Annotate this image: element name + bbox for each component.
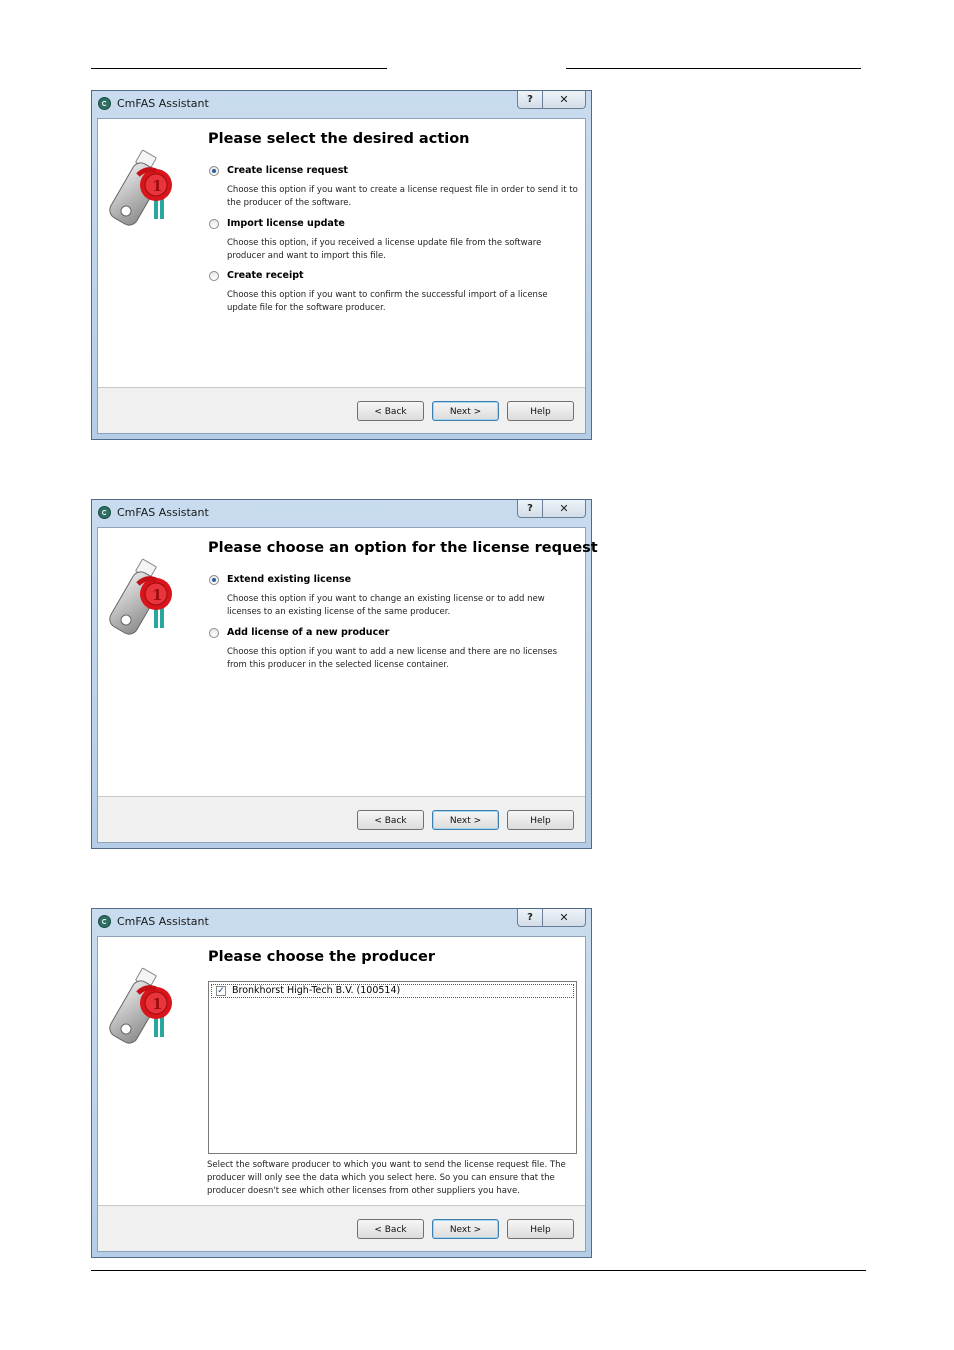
close-button[interactable]: ✕ [543, 500, 586, 518]
option-description: Choose this option if you want to add a … [227, 647, 558, 670]
usb-dongle-seal-icon: 1 [109, 558, 172, 635]
radio-selected[interactable] [209, 575, 219, 585]
radio-unselected[interactable] [209, 628, 219, 638]
dialog-select-action: CmFAS Assistant ? ✕ 1 Please select the … [91, 90, 592, 440]
usb-dongle-seal-icon: 1 [109, 967, 172, 1044]
next-button[interactable]: Next > [432, 810, 499, 830]
radio-unselected[interactable] [209, 219, 219, 229]
cmfas-app-icon [98, 97, 111, 110]
help-button[interactable]: Help [507, 810, 574, 830]
svg-text:1: 1 [152, 995, 162, 1013]
option-label[interactable]: Import license update [227, 218, 345, 229]
window-title: CmFAS Assistant [117, 97, 209, 110]
dialog-license-request-option: CmFAS Assistant ? ✕ 1 Please choose an o… [91, 499, 598, 849]
title-bar[interactable]: CmFAS Assistant ? ✕ [92, 909, 591, 934]
help-question-button[interactable]: ? [517, 909, 543, 927]
button-bar: < Back Next > Help [98, 796, 585, 842]
usb-dongle-seal-icon: 1 [109, 149, 172, 226]
producer-list[interactable]: ✓ Bronkhorst High-Tech B.V. (100514) [208, 981, 577, 1154]
help-button[interactable]: Help [507, 1219, 574, 1239]
header-rule-right [566, 68, 861, 69]
close-button[interactable]: ✕ [543, 91, 586, 109]
title-bar[interactable]: CmFAS Assistant ? ✕ [92, 91, 591, 116]
help-question-button[interactable]: ? [517, 500, 543, 518]
radio-unselected[interactable] [209, 271, 219, 281]
cmfas-app-icon [98, 915, 111, 928]
header-rule-left [91, 68, 387, 69]
option-label[interactable]: Create license request [227, 165, 348, 176]
back-button[interactable]: < Back [357, 810, 424, 830]
window-title: CmFAS Assistant [117, 506, 209, 519]
button-bar: < Back Next > Help [98, 1205, 585, 1251]
back-button[interactable]: < Back [357, 401, 424, 421]
footer-rule [91, 1270, 866, 1271]
back-button[interactable]: < Back [357, 1219, 424, 1239]
window-title: CmFAS Assistant [117, 915, 209, 928]
option-description: Choose this option if you want to confir… [227, 290, 548, 313]
option-label[interactable]: Create receipt [227, 270, 304, 281]
title-bar[interactable]: CmFAS Assistant ? ✕ [92, 500, 591, 525]
option-description: Choose this option, if you received a li… [227, 238, 542, 261]
dialog-choose-producer: CmFAS Assistant ? ✕ 1 Please choose the … [91, 908, 592, 1258]
next-button[interactable]: Next > [432, 1219, 499, 1239]
option-description: Choose this option if you want to change… [227, 594, 545, 617]
help-button[interactable]: Help [507, 401, 574, 421]
svg-text:1: 1 [152, 586, 162, 604]
list-item[interactable]: ✓ Bronkhorst High-Tech B.V. (100514) [211, 984, 574, 998]
producer-note: Select the software producer to which yo… [207, 1160, 566, 1196]
close-button[interactable]: ✕ [543, 909, 586, 927]
button-bar: < Back Next > Help [98, 387, 585, 433]
next-button[interactable]: Next > [432, 401, 499, 421]
option-label[interactable]: Add license of a new producer [227, 627, 389, 638]
checkbox-checked[interactable]: ✓ [216, 986, 226, 996]
option-description: Choose this option if you want to create… [227, 185, 578, 208]
svg-text:1: 1 [152, 177, 162, 195]
page-heading: Please select the desired action [208, 131, 470, 147]
producer-label[interactable]: Bronkhorst High-Tech B.V. (100514) [232, 985, 400, 996]
page-heading: Please choose an option for the license … [208, 540, 598, 556]
option-label[interactable]: Extend existing license [227, 574, 351, 585]
radio-selected[interactable] [209, 166, 219, 176]
page-heading: Please choose the producer [208, 949, 435, 965]
help-question-button[interactable]: ? [517, 91, 543, 109]
cmfas-app-icon [98, 506, 111, 519]
